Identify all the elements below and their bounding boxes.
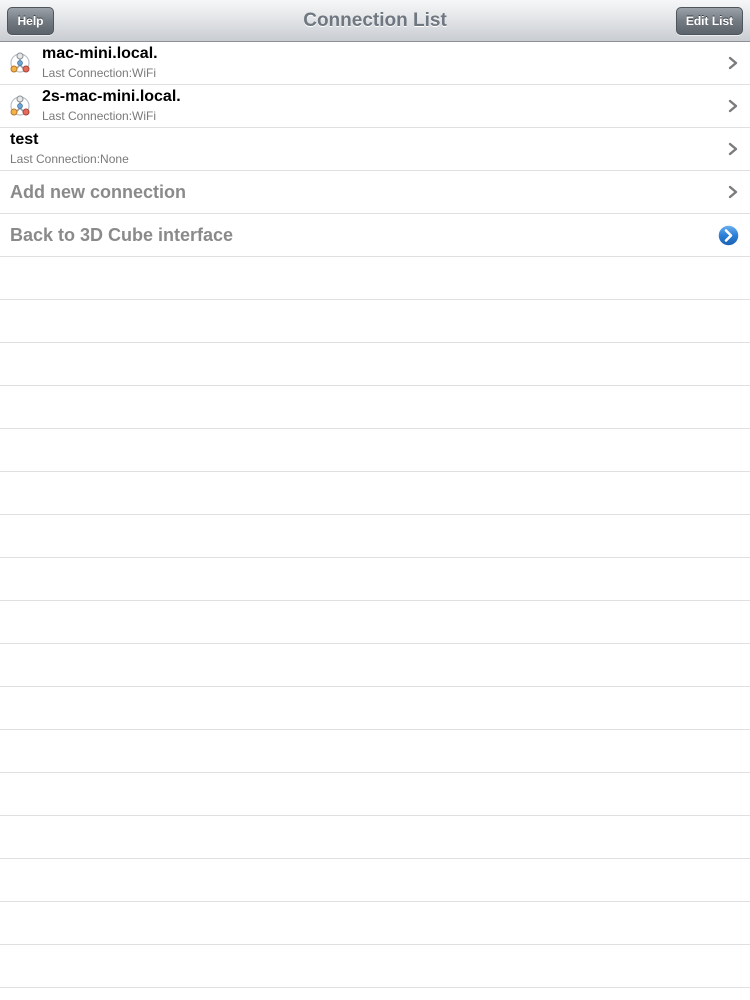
navigation-bar: Help Connection List Edit List [0,0,750,42]
chevron-right-icon [728,56,738,70]
server-node-icon [10,95,30,116]
connection-table: mac-mini.local. Last Connection:WiFi 2s-… [0,42,750,1000]
chevron-right-icon [728,142,738,156]
connection-name: mac-mini.local. [42,45,158,62]
server-node-icon [10,52,30,73]
connection-status: Last Connection:WiFi [42,66,157,80]
edit-list-button[interactable]: Edit List [676,7,743,35]
connection-status: Last Connection:WiFi [42,109,157,123]
back-to-3d-cube-label: Back to 3D Cube interface [10,225,234,245]
chevron-right-icon [728,99,738,113]
connection-status: Last Connection:None [10,152,129,166]
connection-name: 2s-mac-mini.local. [42,88,181,105]
connection-name: test [10,131,39,148]
connection-row-mac-mini[interactable]: mac-mini.local. Last Connection:WiFi [0,42,750,85]
add-new-connection-label: Add new connection [10,182,187,202]
page-title: Connection List [303,10,447,31]
connection-row-test[interactable]: test Last Connection:None [0,128,750,171]
detail-disclosure-icon[interactable] [717,224,740,247]
chevron-right-icon [728,185,738,199]
back-to-3d-cube-row[interactable]: Back to 3D Cube interface [0,214,750,257]
add-new-connection-row[interactable]: Add new connection [0,171,750,214]
connection-row-2s-mac-mini[interactable]: 2s-mac-mini.local. Last Connection:WiFi [0,85,750,128]
